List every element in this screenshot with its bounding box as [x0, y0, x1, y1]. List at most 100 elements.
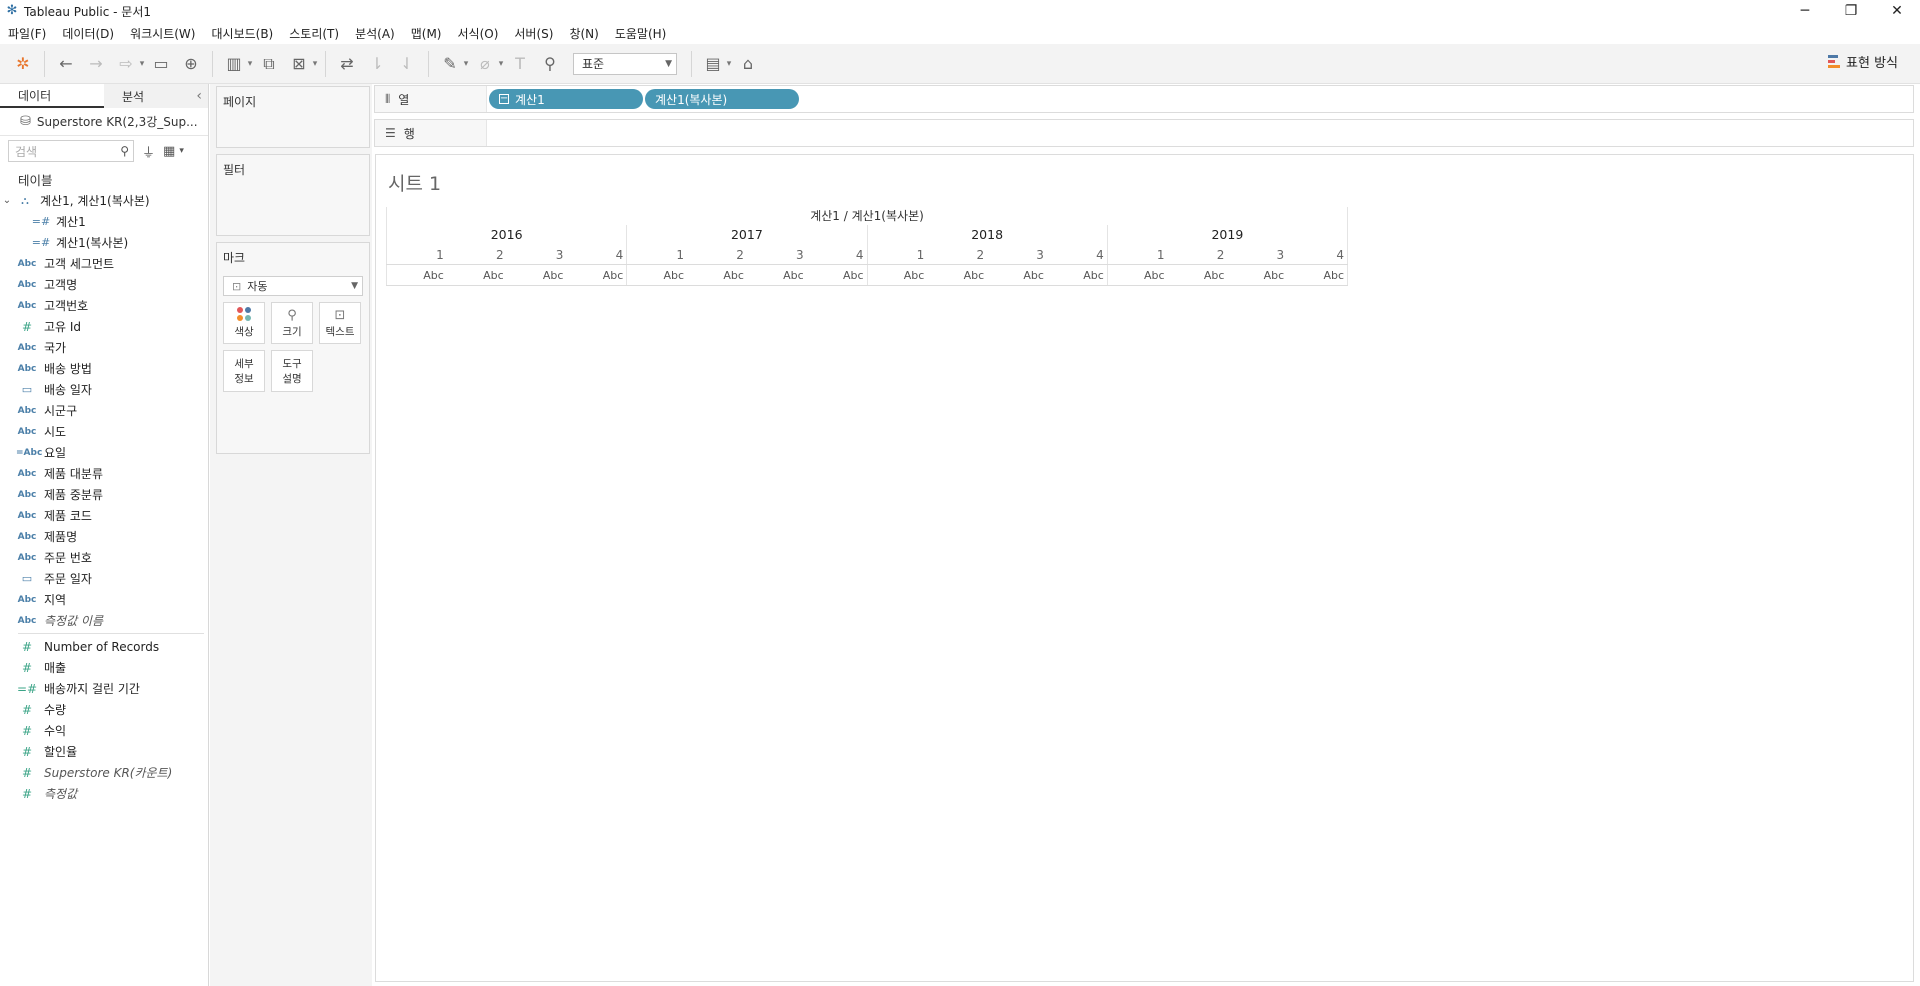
field-item[interactable]: Abc 제품 코드: [0, 505, 208, 526]
table-cell[interactable]: Abc: [807, 265, 867, 285]
quarter-header[interactable]: 2: [687, 245, 747, 264]
new-worksheet-dropdown-icon[interactable]: ▾: [246, 51, 254, 77]
sheet-title[interactable]: 시트 1: [388, 169, 441, 196]
field-item[interactable]: # 고유 Id: [0, 316, 208, 337]
table-cell[interactable]: Abc: [1108, 265, 1168, 285]
year-header[interactable]: 2017: [627, 225, 868, 245]
view-options-dropdown-icon[interactable]: ▾: [179, 146, 184, 156]
table-cell[interactable]: Abc: [1168, 265, 1228, 285]
search-input[interactable]: 검색 ⚲: [8, 140, 134, 162]
show-cards-icon[interactable]: ▤: [702, 51, 724, 77]
pages-card[interactable]: 페이지: [216, 86, 370, 148]
collapse-pane-icon[interactable]: ‹: [196, 88, 202, 104]
collapse-minus-icon[interactable]: −: [499, 94, 509, 104]
quarter-header[interactable]: 1: [387, 245, 447, 264]
swap-icon[interactable]: ⇄: [336, 51, 358, 77]
table-cell[interactable]: Abc: [387, 265, 447, 285]
menu-help[interactable]: 도움말(H): [615, 25, 667, 42]
quarter-header[interactable]: 4: [566, 245, 626, 264]
redo-icon[interactable]: →: [85, 51, 107, 77]
close-button[interactable]: ✕: [1874, 0, 1920, 22]
column-pill[interactable]: − 계산1: [489, 89, 643, 109]
fit-select[interactable]: 표준 ▼: [573, 52, 677, 75]
table-cell[interactable]: Abc: [987, 265, 1047, 285]
quarter-header[interactable]: 4: [1287, 245, 1347, 264]
field-item[interactable]: Abc 제품 중분류: [0, 484, 208, 505]
field-item[interactable]: ▭ 배송 일자: [0, 379, 208, 400]
quarter-header[interactable]: 2: [927, 245, 987, 264]
quarter-header[interactable]: 3: [1227, 245, 1287, 264]
field-item[interactable]: Abc 시군구: [0, 400, 208, 421]
tooltip-button[interactable]: 도구 설명: [271, 350, 313, 392]
field-item[interactable]: # 매출: [0, 657, 208, 678]
table-cell[interactable]: Abc: [447, 265, 507, 285]
field-item[interactable]: Abc 국가: [0, 337, 208, 358]
data-source[interactable]: ⛁ Superstore KR(2,3강_Sup...: [0, 108, 208, 136]
clear-sheet-icon[interactable]: ⊠: [288, 51, 310, 77]
quarter-header[interactable]: 2: [447, 245, 507, 264]
color-button[interactable]: 색상: [223, 302, 265, 344]
mark-type-select[interactable]: ⊡ 자동 ▼: [223, 276, 363, 296]
chevron-down-icon[interactable]: ⌄: [0, 195, 14, 206]
undo-icon[interactable]: ←: [55, 51, 77, 77]
field-item[interactable]: Abc 측정값 이름: [0, 610, 208, 631]
new-data-source-icon[interactable]: ⊕: [180, 51, 202, 77]
menu-dashboard[interactable]: 대시보드(B): [211, 25, 273, 42]
table-cell[interactable]: Abc: [566, 265, 626, 285]
table-cell[interactable]: Abc: [1047, 265, 1107, 285]
sort-ascending-icon[interactable]: ⇂: [366, 51, 388, 77]
quarter-header[interactable]: 4: [1047, 245, 1107, 264]
replay-icon[interactable]: ⇨: [115, 51, 137, 77]
highlight-icon[interactable]: ✎: [439, 51, 461, 77]
label-icon[interactable]: T: [509, 51, 531, 77]
pin-icon[interactable]: ⚲: [539, 51, 561, 77]
menu-file[interactable]: 파일(F): [8, 25, 46, 42]
menu-window[interactable]: 창(N): [569, 25, 598, 42]
show-cards-dropdown-icon[interactable]: ▾: [725, 51, 733, 77]
table-cell[interactable]: Abc: [687, 265, 747, 285]
quarter-header[interactable]: 4: [807, 245, 867, 264]
size-button[interactable]: ⚲ 크기: [271, 302, 313, 344]
quarter-header[interactable]: 1: [868, 245, 928, 264]
menu-server[interactable]: 서버(S): [514, 25, 553, 42]
field-item[interactable]: =# 계산1(복사본): [0, 232, 208, 253]
highlight-dropdown-icon[interactable]: ▾: [462, 51, 470, 77]
field-item[interactable]: =# 배송까지 걸린 기간: [0, 678, 208, 699]
field-item[interactable]: # 수량: [0, 699, 208, 720]
field-item[interactable]: =# 계산1: [0, 211, 208, 232]
field-item[interactable]: ▭ 주문 일자: [0, 568, 208, 589]
field-item[interactable]: Abc 지역: [0, 589, 208, 610]
field-item[interactable]: Abc 제품 대분류: [0, 463, 208, 484]
sort-descending-icon[interactable]: ⇃: [396, 51, 418, 77]
table-cell[interactable]: Abc: [1227, 265, 1287, 285]
columns-shelf[interactable]: ⦀ 열 − 계산1 계산1(복사본): [374, 85, 1914, 113]
field-item[interactable]: Abc 배송 방법: [0, 358, 208, 379]
field-item[interactable]: Abc 시도: [0, 421, 208, 442]
duplicate-icon[interactable]: ⧉: [258, 51, 280, 77]
table-cell[interactable]: Abc: [507, 265, 567, 285]
field-item[interactable]: # 측정값: [0, 783, 208, 804]
quarter-header[interactable]: 3: [747, 245, 807, 264]
field-item[interactable]: # 할인율: [0, 741, 208, 762]
quarter-header[interactable]: 1: [1108, 245, 1168, 264]
group-icon[interactable]: ⌀: [474, 51, 496, 77]
minimize-button[interactable]: ─: [1782, 0, 1828, 22]
filter-icon[interactable]: ⏚: [142, 142, 155, 161]
field-item[interactable]: =Abc 요일: [0, 442, 208, 463]
tab-data[interactable]: 데이터: [0, 84, 104, 108]
menu-data[interactable]: 데이터(D): [62, 25, 114, 42]
presentation-icon[interactable]: ⌂: [737, 51, 759, 77]
menu-analysis[interactable]: 분석(A): [355, 25, 395, 42]
view-options-icon[interactable]: ▦: [163, 144, 175, 159]
rows-shelf[interactable]: ☰ 행: [374, 119, 1914, 147]
group-row[interactable]: ⌄ ⛬ 계산1, 계산1(복사본): [0, 190, 208, 211]
field-item[interactable]: # 수익: [0, 720, 208, 741]
tableau-home-icon[interactable]: ✲: [12, 51, 34, 77]
text-button[interactable]: ⊡ 텍스트: [319, 302, 361, 344]
tab-analytics[interactable]: 분석: [104, 84, 208, 108]
menu-map[interactable]: 맵(M): [411, 25, 442, 42]
field-item[interactable]: Abc 제품명: [0, 526, 208, 547]
table-cell[interactable]: Abc: [927, 265, 987, 285]
clear-dropdown-icon[interactable]: ▾: [311, 51, 319, 77]
field-item[interactable]: Abc 주문 번호: [0, 547, 208, 568]
